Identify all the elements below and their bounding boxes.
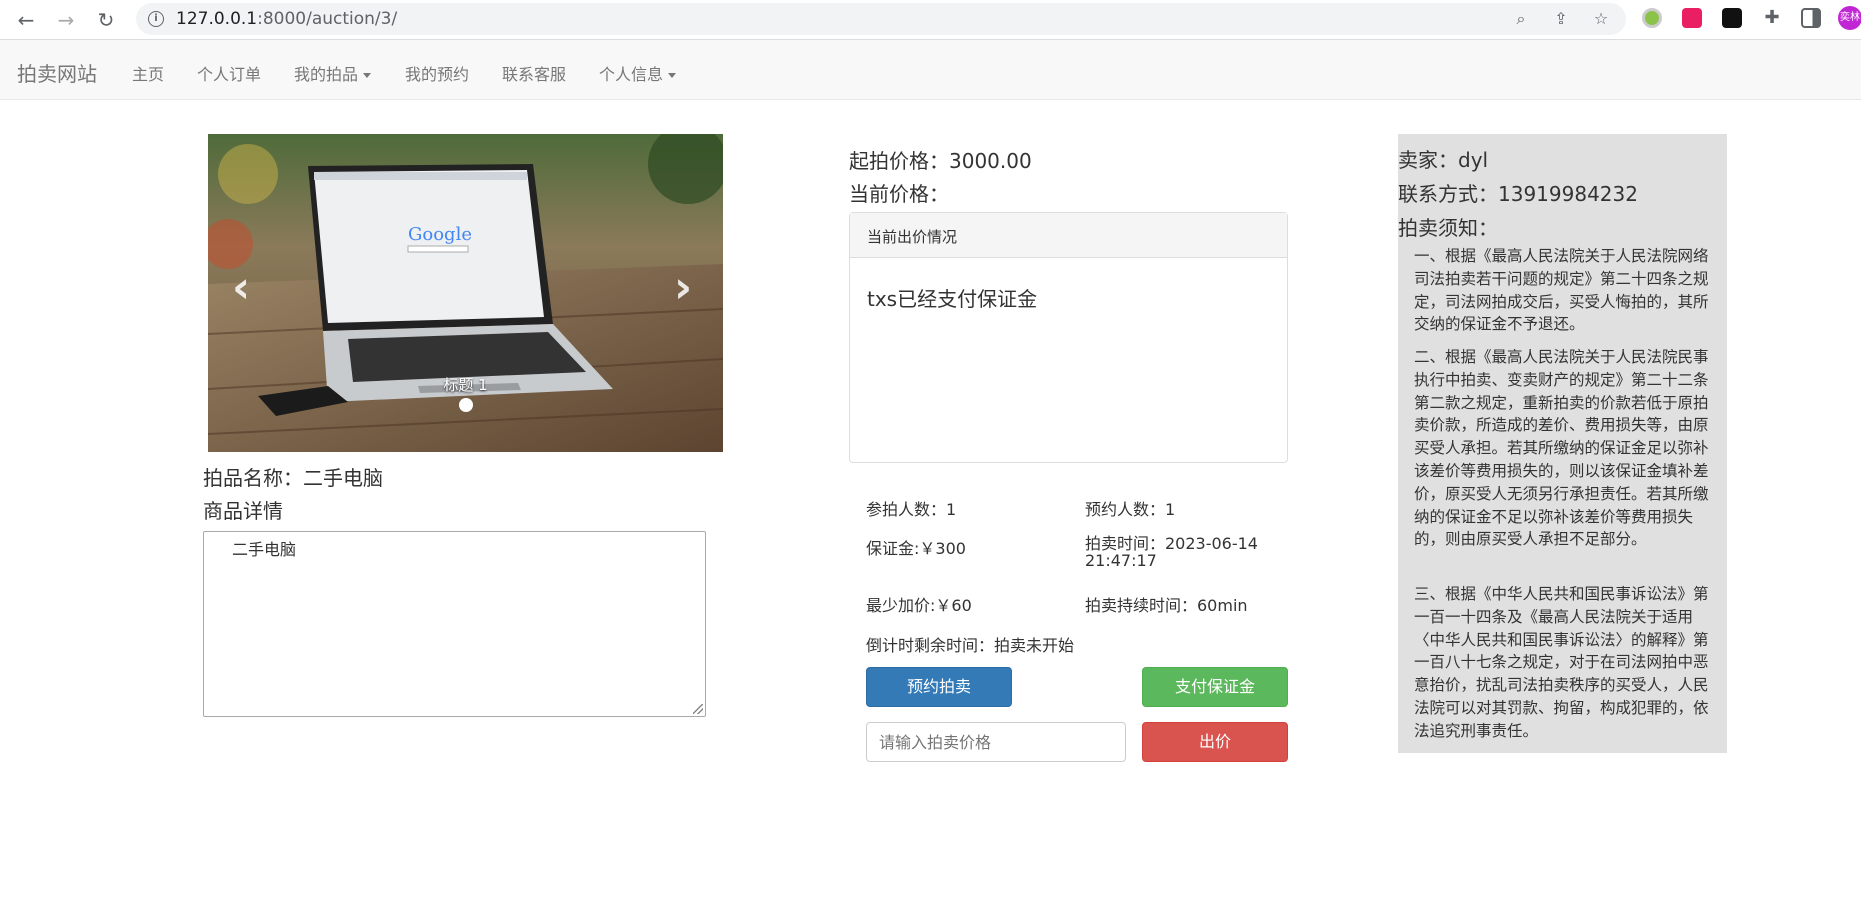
nav-my-items-label: 我的拍品 xyxy=(294,65,359,84)
nav-orders[interactable]: 个人订单 xyxy=(197,61,261,85)
item-name: 拍品名称：二手电脑 xyxy=(203,466,383,490)
reservations-count: 预约人数：1 xyxy=(1085,500,1176,519)
caret-down-icon xyxy=(363,73,372,78)
bid-price-input[interactable] xyxy=(866,722,1126,762)
seller-notice-panel: 卖家：dyl 联系方式：13919984232 拍卖须知： 一、根据《最高人民法… xyxy=(1398,134,1727,753)
nav-support[interactable]: 联系客服 xyxy=(502,61,566,85)
deposit-amount: 保证金:￥300 xyxy=(866,539,966,558)
participants-count: 参拍人数：1 xyxy=(866,500,957,519)
url-host: 127.0.0.1 xyxy=(176,9,258,29)
auction-time: 拍卖时间：2023-06-14 21:47:17 xyxy=(1085,535,1258,569)
forward-icon[interactable]: → xyxy=(52,6,80,34)
side-panel-icon[interactable] xyxy=(1801,8,1821,28)
product-carousel: Google ‹ › 标题 1 xyxy=(208,134,723,452)
carousel-indicator[interactable] xyxy=(459,398,473,412)
google-logo-text: Google xyxy=(408,224,472,245)
nav-reservations[interactable]: 我的预约 xyxy=(405,61,469,85)
back-icon[interactable]: ← xyxy=(12,6,40,34)
reload-icon[interactable]: ↻ xyxy=(92,6,120,34)
site-navbar: 拍卖网站 主页 个人订单 我的拍品 我的预约 联系客服 个人信息 xyxy=(0,40,1861,100)
chevron-left-icon[interactable]: ‹ xyxy=(232,262,250,313)
nav-orders-label: 个人订单 xyxy=(197,65,262,84)
item-details-textarea[interactable]: 二手电脑 xyxy=(203,531,706,717)
profile-avatar[interactable]: 奕林 xyxy=(1838,6,1861,30)
nav-profile-label: 个人信息 xyxy=(599,65,664,84)
carousel-caption: 标题 1 xyxy=(443,376,488,394)
nav-home[interactable]: 主页 xyxy=(132,61,164,85)
seller-contact: 联系方式：13919984232 xyxy=(1398,182,1638,206)
chevron-right-icon[interactable]: › xyxy=(674,262,692,313)
extension-dark-icon[interactable] xyxy=(1722,8,1742,28)
address-bar[interactable]: i 127.0.0.1:8000/auction/3/ ⌕ ⇪ ☆ xyxy=(136,3,1626,35)
nav-support-label: 联系客服 xyxy=(502,65,567,84)
min-increment: 最少加价:￥60 xyxy=(866,596,972,615)
nav-home-label: 主页 xyxy=(132,65,165,84)
zoom-icon[interactable]: ⌕ xyxy=(1510,8,1532,30)
item-details-label: 商品详情 xyxy=(203,499,283,523)
current-price: 当前价格： xyxy=(849,182,949,206)
bid-status-message: txs已经支付保证金 xyxy=(867,287,1038,311)
url-text[interactable]: 127.0.0.1:8000/auction/3/ xyxy=(176,9,397,29)
extension-pink-icon[interactable] xyxy=(1682,8,1702,28)
browser-toolbar: ← → ↻ i 127.0.0.1:8000/auction/3/ ⌕ ⇪ ☆ … xyxy=(0,0,1861,40)
rule-paragraph: 三、根据《中华人民共和国民事诉讼法》第一百一十四条及《最高人民法院关于适用〈中华… xyxy=(1414,585,1709,740)
extensions-puzzle-icon[interactable]: ✚ xyxy=(1762,8,1782,28)
pay-deposit-button[interactable]: 支付保证金 xyxy=(1142,667,1288,707)
caret-down-icon xyxy=(668,73,677,78)
nav-profile-dropdown[interactable]: 个人信息 xyxy=(599,61,677,85)
item-details-text: 二手电脑 xyxy=(232,540,297,559)
rule-paragraph: 二、根据《最高人民法院关于人民法院民事执行中拍卖、变卖财产的规定》第二十二条第二… xyxy=(1414,348,1709,549)
brand-link[interactable]: 拍卖网站 xyxy=(17,58,97,87)
site-info-icon[interactable]: i xyxy=(148,11,164,27)
countdown: 倒计时剩余时间：拍卖未开始 xyxy=(866,636,1075,655)
reserve-auction-button[interactable]: 预约拍卖 xyxy=(866,667,1012,707)
start-price: 起拍价格：3000.00 xyxy=(849,149,1032,173)
url-path: :8000/auction/3/ xyxy=(257,9,398,29)
nav-my-items-dropdown[interactable]: 我的拍品 xyxy=(294,61,372,85)
auction-duration: 拍卖持续时间：60min xyxy=(1085,596,1248,615)
auction-time-clock: 21:47:17 xyxy=(1085,551,1157,570)
nav-reservations-label: 我的预约 xyxy=(405,65,470,84)
bookmark-star-icon[interactable]: ☆ xyxy=(1590,8,1612,30)
bid-status-heading: 当前出价情况 xyxy=(850,213,1287,258)
seller-name: 卖家：dyl xyxy=(1398,148,1489,172)
place-bid-button[interactable]: 出价 xyxy=(1142,722,1288,762)
resize-handle-icon[interactable] xyxy=(693,704,703,714)
rule-paragraph: 一、根据《最高人民法院关于人民法院网络司法拍卖若干问题的规定》第二十四条之规定，… xyxy=(1414,247,1709,334)
share-icon[interactable]: ⇪ xyxy=(1550,8,1572,30)
bid-status-panel: 当前出价情况 txs已经支付保证金 xyxy=(849,212,1288,463)
rules-title: 拍卖须知： xyxy=(1398,216,1498,240)
extension-green-icon[interactable] xyxy=(1642,8,1662,28)
